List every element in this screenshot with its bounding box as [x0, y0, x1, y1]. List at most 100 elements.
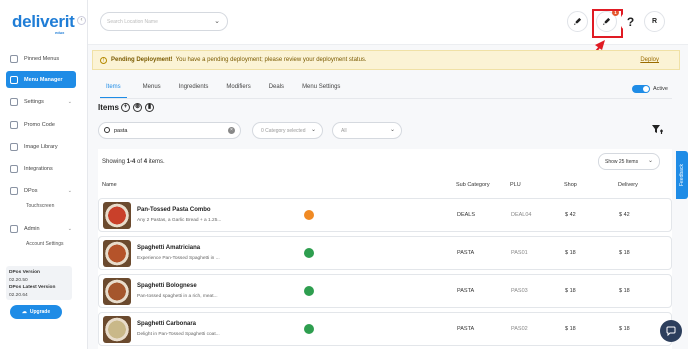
tab-menus[interactable]: Menus	[141, 82, 163, 98]
column-header-sub-category[interactable]: Sub Category	[456, 182, 490, 188]
active-toggle[interactable]	[632, 85, 650, 93]
gear-icon	[10, 97, 18, 106]
item-delivery-price: $ 18	[619, 250, 630, 256]
tab-items[interactable]: Items	[100, 82, 127, 98]
dpos-version-label: DPos Version	[9, 270, 40, 275]
help-icon: ?	[626, 14, 635, 29]
deploy-highlight-box	[592, 9, 623, 38]
search-value: pasta	[114, 127, 128, 134]
chevron-down-icon: ⌄	[67, 98, 72, 105]
dpos-latest-version-value: 02.20.64	[9, 292, 28, 298]
item-sub-category: PASTA	[457, 326, 475, 332]
item-delivery-price: $ 18	[619, 326, 630, 332]
item-name: Spaghetti Bolognese	[137, 283, 197, 289]
item-shop-price: $ 42	[565, 212, 576, 218]
table-row[interactable]: Spaghetti Amatriciana Experience Pan-Toss…	[98, 236, 672, 270]
sidebar-item-menu-manager[interactable]: Menu Manager	[6, 71, 76, 88]
items-title: Items	[98, 103, 119, 112]
search-icon	[104, 127, 110, 133]
sidebar-item-label: Integrations	[24, 165, 53, 172]
deploy-link[interactable]: Deploy	[640, 57, 659, 63]
showing-count: Showing 1-4 of 4 items.	[102, 159, 165, 165]
page-size-select[interactable]: Show 25 Items ⌄	[598, 153, 660, 170]
plug-icon	[10, 164, 18, 173]
item-shop-price: $ 18	[565, 250, 576, 256]
import-icon[interactable]: ⊛	[133, 103, 142, 112]
sidebar-item-admin[interactable]: Admin ⌄	[6, 220, 76, 237]
lock-icon	[10, 224, 18, 233]
sidebar-item-dpos[interactable]: DPos ⌄	[6, 182, 76, 199]
sidebar-item-image-library[interactable]: Image Library	[6, 138, 76, 155]
active-toggle-label: Active	[653, 86, 668, 92]
clear-search-icon[interactable]: ×	[228, 127, 235, 134]
column-header-name[interactable]: Name	[102, 182, 117, 188]
image-icon	[10, 142, 18, 151]
tab-ingredients[interactable]: Ingredients	[177, 82, 211, 98]
item-plu: PAS01	[511, 250, 528, 256]
item-plu: PAS03	[511, 288, 528, 294]
cloud-upload-icon: ☁	[21, 309, 27, 315]
chevron-down-icon: ⌄	[67, 187, 72, 194]
table-row[interactable]: Spaghetti Bolognese Pan-tossed spaghetti …	[98, 274, 672, 308]
item-thumbnail	[103, 240, 131, 267]
dpos-latest-version-label: DPos Latest Version	[9, 285, 56, 290]
type-select[interactable]: All ⌄	[332, 122, 402, 139]
item-search-input[interactable]: pasta ×	[98, 122, 241, 139]
sidebar-item-promo-code[interactable]: Promo Code	[6, 116, 76, 133]
item-sub-category: PASTA	[457, 250, 475, 256]
item-sub-category: PASTA	[457, 288, 475, 294]
brand-logo-sub: edux	[55, 30, 65, 35]
document-icon[interactable]: ▮	[145, 103, 154, 112]
tabs-divider	[100, 98, 672, 99]
tab-menu-settings[interactable]: Menu Settings	[300, 82, 342, 98]
category-placeholder: 0 Category selected	[261, 127, 306, 134]
item-type-icon	[304, 210, 314, 220]
sidebar-item-pinned-menus[interactable]: Pinned Menus	[6, 50, 76, 67]
upgrade-label: Upgrade	[29, 309, 51, 315]
table-row[interactable]: Spaghetti Carbonara Delight in Pan-Tossed…	[98, 312, 672, 346]
menu-tabs: Items Menus Ingredients Modifiers Deals …	[100, 82, 356, 98]
tab-modifiers[interactable]: Modifiers	[224, 82, 252, 98]
showing-suffix: items.	[147, 159, 165, 165]
collapse-sidebar-button[interactable]: ‹	[77, 16, 86, 25]
sidebar: deliverit edux ‹ Pinned Menus Menu Manag…	[0, 0, 88, 349]
sidebar-item-label: Promo Code	[24, 121, 55, 128]
sidebar-item-label: Pinned Menus	[24, 55, 60, 62]
table-row[interactable]: Pan-Tossed Pasta Combo Any 2 Pastas, a Ga…	[98, 198, 672, 232]
upgrade-button[interactable]: ☁ Upgrade	[10, 305, 62, 319]
location-select[interactable]: Search Location Name ⌄	[100, 12, 228, 31]
category-select[interactable]: 0 Category selected ⌄	[252, 122, 323, 139]
rocket-icon	[573, 17, 582, 26]
item-description: Experience Pan-Tossed Spaghetti in ...	[137, 256, 220, 261]
banner-title: Pending Deployment!	[111, 57, 173, 63]
column-header-plu[interactable]: PLU	[510, 182, 521, 188]
item-delivery-price: $ 18	[619, 288, 630, 294]
chat-button[interactable]	[660, 320, 682, 342]
sidebar-item-label: Admin	[24, 225, 40, 232]
add-item-icon[interactable]: +	[121, 103, 130, 112]
sidebar-item-integrations[interactable]: Integrations	[6, 160, 76, 177]
type-value: All	[341, 127, 347, 134]
sidebar-item-label: Image Library	[24, 143, 58, 150]
column-header-delivery[interactable]: Delivery	[618, 182, 638, 188]
sidebar-item-settings[interactable]: Settings ⌄	[6, 93, 76, 110]
tab-deals[interactable]: Deals	[267, 82, 286, 98]
item-name: Spaghetti Carbonara	[137, 321, 197, 327]
info-icon: !	[100, 56, 107, 64]
sidebar-subitem-account-settings[interactable]: Account Settings	[26, 241, 64, 247]
sidebar-item-label: Menu Manager	[24, 76, 63, 83]
pending-deployment-banner: ! Pending Deployment! You have a pending…	[92, 50, 680, 70]
chevron-down-icon: ⌄	[389, 127, 395, 133]
sidebar-subitem-touchscreen[interactable]: Touchscreen	[26, 203, 54, 209]
filter-sort-icon[interactable]	[651, 124, 664, 136]
help-button[interactable]: ?	[620, 11, 641, 32]
feedback-tab[interactable]: Feedback	[676, 151, 688, 199]
user-avatar[interactable]: R	[644, 11, 665, 32]
brand-logo[interactable]: deliverit	[12, 12, 75, 32]
pin-icon	[10, 54, 18, 63]
column-header-shop[interactable]: Shop	[564, 182, 577, 188]
rocket-icon-button[interactable]	[567, 11, 588, 32]
item-thumbnail	[103, 316, 131, 343]
showing-prefix: Showing	[102, 159, 127, 165]
item-sub-category: DEALS	[457, 212, 476, 218]
